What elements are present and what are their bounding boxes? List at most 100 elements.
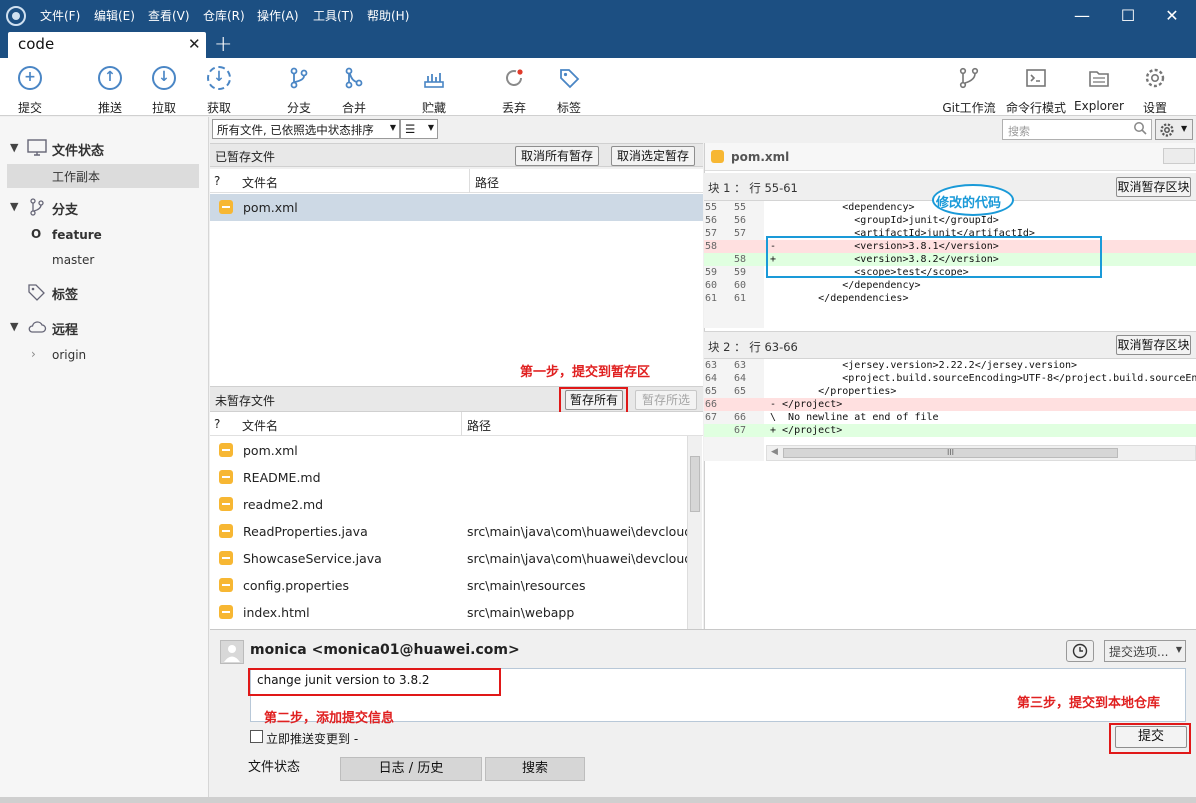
unstaged-file-row[interactable]: readme2.md — [210, 491, 687, 518]
file-name: config.properties — [243, 578, 350, 593]
dropdown-arrow-icon: ▼ — [427, 123, 434, 132]
branch-icon — [27, 198, 47, 216]
status-bar — [0, 797, 1196, 803]
sort-dropdown[interactable]: 所有文件, 已依照选中状态排序 ▼ — [212, 119, 400, 139]
unstaged-file-row[interactable]: ShowcaseService.java src\main\java\com\h… — [210, 545, 692, 572]
sidebar-section-remotes[interactable]: ▼ 远程 — [0, 316, 208, 340]
push-immediately-checkbox[interactable] — [250, 730, 263, 743]
discard-label: 丢弃 — [501, 101, 526, 115]
merge-button[interactable]: 合并 — [324, 64, 384, 116]
column-path[interactable]: 路径 — [467, 417, 491, 434]
unstaged-file-row[interactable]: README.md — [210, 464, 687, 491]
unstaged-file-row[interactable]: config.properties src\main\resources — [210, 572, 687, 599]
diff-options-button[interactable] — [1163, 148, 1195, 164]
menu-edit[interactable]: 编辑(E) — [94, 7, 135, 24]
push-button[interactable]: ↑ 推送 — [80, 64, 140, 116]
avatar — [220, 640, 244, 664]
sidebar-section-branches[interactable]: ▼ 分支 — [0, 196, 208, 220]
menu-actions[interactable]: 操作(A) — [257, 7, 299, 24]
sidebar-item-branch-feature[interactable]: O feature — [0, 224, 208, 248]
unstage-selected-button[interactable]: 取消选定暂存 — [611, 146, 695, 166]
scroll-left-arrow-icon[interactable]: ◀ — [771, 447, 778, 457]
staged-files-header: 已暂存文件 取消所有暂存 取消选定暂存 — [210, 143, 703, 167]
discard-icon — [502, 66, 526, 90]
commit-options-dropdown[interactable]: 提交选项... ▼ — [1104, 640, 1186, 662]
unstage-hunk-1-button[interactable]: 取消暂存区块 — [1116, 177, 1191, 197]
file-name: pom.xml — [243, 443, 298, 458]
menu-help[interactable]: 帮助(H) — [367, 7, 409, 24]
menu-view[interactable]: 查看(V) — [148, 7, 190, 24]
menu-file[interactable]: 文件(F) — [40, 7, 80, 24]
tab-file-status[interactable]: 文件状态 — [210, 757, 338, 781]
column-status[interactable]: ? — [214, 417, 220, 431]
commit-message-highlight — [248, 668, 501, 696]
column-status[interactable]: ? — [214, 174, 220, 188]
unstage-all-button[interactable]: 取消所有暂存 — [515, 146, 599, 166]
sidebar-section-tags[interactable]: 标签 — [0, 281, 208, 305]
file-path: src\main\resources — [467, 578, 586, 593]
unstaged-file-row[interactable]: pom.xml — [210, 437, 687, 464]
fetch-circle-icon: ↓ — [207, 66, 231, 90]
sidebar-item-remote-origin[interactable]: › origin — [0, 344, 208, 368]
minimize-button[interactable]: — — [1062, 4, 1102, 28]
diff-line: 60 60 </dependency> — [705, 280, 921, 291]
menu-repository[interactable]: 仓库(R) — [203, 7, 245, 24]
diff-line: 63 63 <jersey.version>2.22.2</jersey.vers… — [705, 360, 1078, 371]
search-input[interactable]: 搜索 — [1002, 119, 1152, 140]
step2-annotation: 第二步，添加提交信息 — [264, 711, 395, 726]
commit-button[interactable]: + 提交 — [0, 64, 60, 116]
folder-icon — [1087, 66, 1111, 90]
pull-button[interactable]: ↓ 拉取 — [134, 64, 194, 116]
diff-line: 64 64 <project.build.sourceEncoding>UTF-8… — [705, 373, 1196, 384]
stash-button[interactable]: 贮藏 — [404, 64, 464, 116]
column-filename[interactable]: 文件名 — [242, 174, 278, 191]
branch-feature-label: feature — [52, 228, 102, 242]
sidebar-item-working-copy[interactable]: 工作副本 — [7, 164, 199, 188]
branch-label: 分支 — [286, 101, 311, 115]
unstaged-file-row[interactable]: index.html src\main\webapp — [210, 599, 687, 626]
file-name: README.md — [243, 470, 321, 485]
column-path[interactable]: 路径 — [475, 174, 499, 191]
modified-file-icon — [219, 524, 233, 538]
maximize-button[interactable]: ☐ — [1108, 4, 1148, 28]
diff-line: 61 61 </dependencies> — [705, 293, 909, 304]
arrow-up-circle-icon: ↑ — [98, 66, 122, 90]
scrollbar-thumb[interactable]: III — [783, 448, 1118, 458]
staged-file-row[interactable]: pom.xml — [210, 194, 703, 221]
terminal-button[interactable]: 命令行模式 — [1005, 64, 1067, 116]
diff-horizontal-scrollbar[interactable]: ◀ III — [766, 445, 1196, 461]
discard-button[interactable]: 丢弃 — [484, 64, 544, 116]
tab-log-history[interactable]: 日志 / 历史 — [340, 757, 482, 781]
column-filename[interactable]: 文件名 — [242, 417, 278, 434]
diff-line: 56 56 <groupId>junit</groupId> — [705, 215, 999, 226]
stage-selected-button[interactable]: 暂存所选 — [635, 390, 697, 410]
branch-button[interactable]: 分支 — [269, 64, 329, 116]
tab-repository-code[interactable]: code ✕ — [8, 32, 206, 58]
sidebar-section-file-status[interactable]: ▼ 文件状态 — [0, 137, 208, 161]
menu-tools[interactable]: 工具(T) — [313, 7, 354, 24]
explorer-button[interactable]: Explorer — [1069, 64, 1129, 116]
fetch-button[interactable]: ↓ 获取 — [189, 64, 249, 116]
gitflow-button[interactable]: Git工作流 — [934, 64, 1004, 116]
file-list-scrollbar[interactable] — [687, 436, 702, 629]
unstaged-file-row[interactable]: ReadProperties.java src\main\java\com\hu… — [210, 518, 692, 545]
tab-search[interactable]: 搜索 — [485, 757, 585, 781]
file-name: index.html — [243, 605, 310, 620]
modified-file-icon — [219, 470, 233, 484]
diff-file-header: pom.xml — [705, 143, 1196, 171]
history-button[interactable] — [1066, 640, 1094, 662]
new-tab-button[interactable]: + — [214, 32, 232, 57]
search-options-button[interactable]: ▼ — [1155, 119, 1193, 140]
fetch-label: 获取 — [206, 101, 231, 115]
unstaged-column-headers: ? 文件名 路径 — [210, 412, 703, 436]
view-mode-dropdown[interactable]: ☰ ▼ — [400, 119, 438, 139]
scrollbar-thumb[interactable] — [690, 456, 700, 512]
unstage-hunk-2-button[interactable]: 取消暂存区块 — [1116, 335, 1191, 355]
tab-close-icon[interactable]: ✕ — [188, 35, 201, 53]
title-bar: 文件(F) 编辑(E) 查看(V) 仓库(R) 操作(A) 工具(T) 帮助(H… — [0, 0, 1196, 32]
settings-button[interactable]: 设置 — [1125, 64, 1185, 116]
tag-button[interactable]: 标签 — [539, 64, 599, 116]
sidebar-item-branch-master[interactable]: master — [0, 249, 208, 273]
close-window-button[interactable]: ✕ — [1152, 4, 1192, 28]
file-name: readme2.md — [243, 497, 324, 512]
